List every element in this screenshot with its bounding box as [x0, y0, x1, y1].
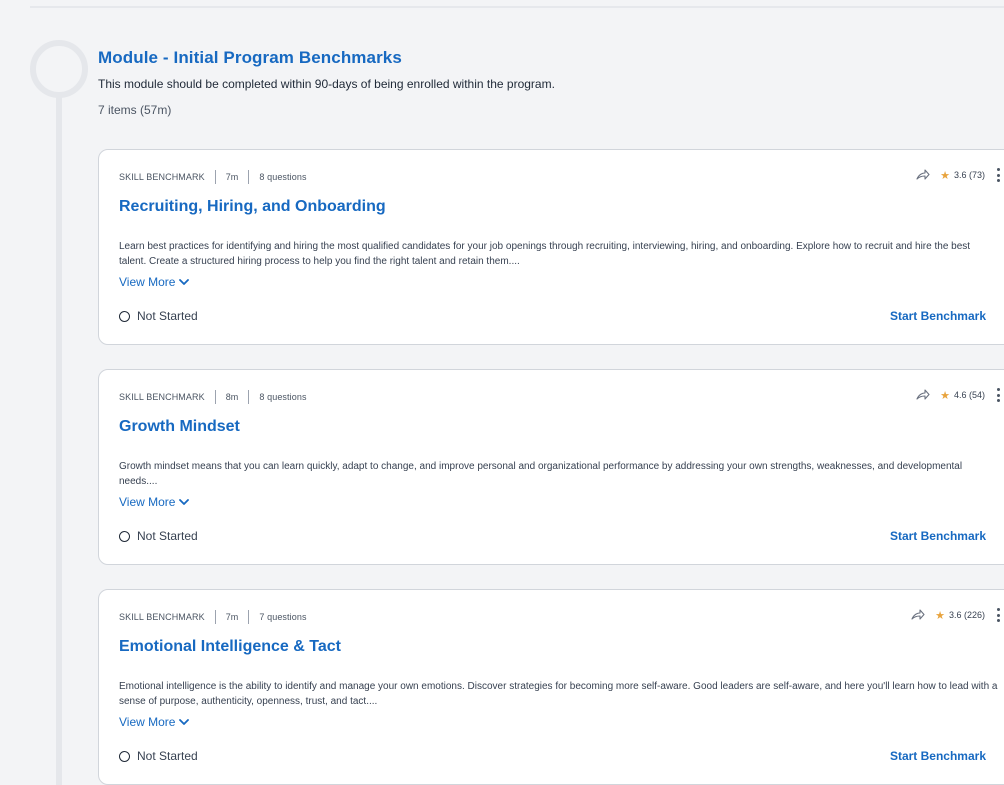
card-question-count: 7 questions — [259, 612, 307, 622]
meta-divider — [214, 610, 216, 624]
circle-outline-icon — [119, 750, 130, 762]
view-more-label: View More — [119, 715, 176, 729]
view-more-link[interactable]: View More — [119, 715, 190, 729]
benchmark-card: SKILL BENCHMARK 8m 8 questions ★ 4.6 (54… — [98, 369, 1004, 565]
share-icon[interactable] — [911, 609, 925, 621]
card-actions: ★ 4.6 (54) — [916, 388, 1001, 402]
card-type-label: SKILL BENCHMARK — [119, 392, 205, 402]
card-description: Learn best practices for identifying and… — [119, 241, 971, 267]
card-meta: SKILL BENCHMARK 7m 8 questions — [119, 170, 307, 184]
meta-divider — [248, 170, 250, 184]
status-label: Not Started — [137, 529, 198, 543]
module-item-count: 7 items (57m) — [98, 103, 172, 117]
card-title[interactable]: Emotional Intelligence & Tact — [119, 638, 341, 656]
view-more-label: View More — [119, 275, 176, 289]
share-icon[interactable] — [916, 169, 930, 181]
card-type-label: SKILL BENCHMARK — [119, 612, 205, 622]
card-meta: SKILL BENCHMARK 7m 7 questions — [119, 610, 307, 624]
card-rating: 3.6 (226) — [948, 610, 985, 620]
star-icon: ★ — [940, 169, 950, 182]
kebab-icon[interactable] — [997, 608, 1001, 622]
module-title: Module - Initial Program Benchmarks — [98, 48, 402, 67]
card-question-count: 8 questions — [259, 172, 307, 182]
view-more-label: View More — [119, 495, 176, 509]
benchmark-card: SKILL BENCHMARK 7m 7 questions ★ 3.6 (22… — [98, 589, 1004, 785]
view-more-link[interactable]: View More — [119, 275, 190, 289]
view-more-link[interactable]: View More — [119, 495, 190, 509]
share-icon[interactable] — [916, 389, 930, 401]
card-question-count: 8 questions — [259, 392, 307, 402]
card-rating: 3.6 (73) — [953, 170, 985, 180]
circle-outline-icon — [119, 530, 130, 542]
kebab-icon[interactable] — [997, 388, 1001, 402]
top-divider — [30, 6, 1004, 8]
meta-divider — [248, 390, 250, 404]
status-label: Not Started — [137, 309, 198, 323]
card-meta: SKILL BENCHMARK 8m 8 questions — [119, 390, 307, 404]
card-description: Emotional intelligence is the ability to… — [119, 681, 998, 707]
star-icon: ★ — [940, 389, 950, 402]
status-badge: Not Started — [119, 529, 198, 543]
benchmark-card: SKILL BENCHMARK 7m 8 questions ★ 3.6 (73… — [98, 149, 1004, 345]
meta-divider — [248, 610, 250, 624]
card-description: Growth mindset means that you can learn … — [119, 461, 963, 487]
card-title[interactable]: Growth Mindset — [119, 418, 240, 436]
start-benchmark-button[interactable]: Start Benchmark — [890, 749, 986, 763]
card-duration: 7m — [225, 172, 239, 182]
timeline-track — [56, 80, 62, 785]
card-rating: 4.6 (54) — [953, 390, 985, 400]
meta-divider — [214, 390, 216, 404]
status-label: Not Started — [137, 749, 198, 763]
card-type-label: SKILL BENCHMARK — [119, 172, 205, 182]
card-actions: ★ 3.6 (226) — [911, 608, 1001, 622]
star-icon: ★ — [935, 609, 945, 622]
card-duration: 8m — [225, 392, 239, 402]
status-badge: Not Started — [119, 309, 198, 323]
module-description: This module should be completed within 9… — [98, 77, 555, 91]
chevron-down-icon — [179, 279, 190, 285]
circle-outline-icon — [119, 310, 130, 322]
chevron-down-icon — [179, 499, 190, 505]
card-title[interactable]: Recruiting, Hiring, and Onboarding — [119, 198, 386, 216]
chevron-down-icon — [179, 719, 190, 725]
module-header: Module - Initial Program Benchmarks This… — [98, 48, 978, 117]
card-actions: ★ 3.6 (73) — [916, 168, 1001, 182]
start-benchmark-button[interactable]: Start Benchmark — [890, 309, 986, 323]
start-benchmark-button[interactable]: Start Benchmark — [890, 529, 986, 543]
kebab-icon[interactable] — [997, 168, 1001, 182]
timeline-node-icon — [30, 40, 88, 98]
meta-divider — [214, 170, 216, 184]
status-badge: Not Started — [119, 749, 198, 763]
card-duration: 7m — [225, 612, 239, 622]
